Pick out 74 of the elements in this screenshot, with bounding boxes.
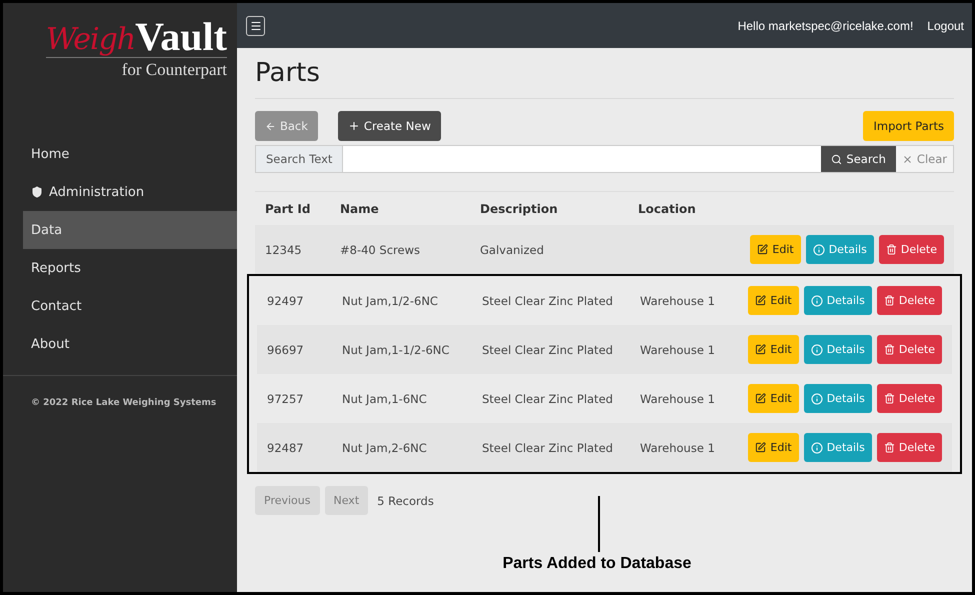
- table-cell-text: Nut Jam,1/2-6NC: [342, 294, 439, 308]
- table-cell-text: Warehouse 1: [640, 294, 716, 308]
- sidebar-item[interactable]: Reports: [23, 249, 237, 287]
- callout-label: Parts Added to Database: [502, 555, 692, 573]
- delete-button[interactable]: Delete: [876, 384, 942, 413]
- info-icon: [810, 392, 823, 404]
- sidebar-item[interactable]: Home: [23, 135, 237, 173]
- sidebar-item[interactable]: About: [23, 325, 237, 363]
- table-cell-text: Nut Jam,1-1/2-6NC: [342, 342, 450, 356]
- shield-icon: [31, 186, 43, 198]
- info-icon: [812, 244, 825, 256]
- menu-icon: [250, 20, 262, 32]
- delete-button[interactable]: Delete: [876, 335, 942, 364]
- sidebar-item[interactable]: Administration: [23, 173, 237, 211]
- search-button[interactable]: Search: [821, 146, 896, 172]
- column-header: Location: [638, 202, 697, 216]
- edit-icon: [757, 244, 768, 255]
- records-count: 5 Records: [377, 494, 434, 508]
- page-title: Parts: [255, 58, 954, 99]
- menu-button[interactable]: [246, 16, 265, 36]
- plus-icon: [348, 120, 360, 132]
- logout-link[interactable]: Logout: [927, 18, 964, 32]
- table-cell-text: Warehouse 1: [640, 392, 716, 406]
- table-cell-text: Galvanized: [480, 242, 545, 256]
- table-cell-text: #8-40 Screws: [340, 242, 421, 256]
- table-cell-text: 96697: [267, 342, 305, 356]
- column-header: Part Id: [265, 202, 312, 216]
- trash-icon: [886, 244, 897, 255]
- edit-icon: [755, 295, 766, 306]
- table-cell-text: Steel Clear Zinc Plated: [482, 392, 614, 406]
- search-icon: [831, 154, 842, 164]
- trash-icon: [884, 442, 895, 453]
- table-cell-text: Nut Jam,1-6NC: [342, 392, 428, 406]
- edit-button[interactable]: Edit: [748, 335, 799, 364]
- sidebar-item[interactable]: Data: [23, 211, 237, 249]
- edit-button[interactable]: Edit: [750, 235, 801, 264]
- table-cell-text: Warehouse 1: [640, 342, 716, 356]
- import-parts-button[interactable]: Import Parts: [863, 111, 954, 141]
- info-icon: [810, 294, 823, 306]
- trash-icon: [884, 393, 895, 404]
- table-cell-text: 92487: [267, 440, 305, 454]
- table-cell-text: 12345: [265, 242, 303, 256]
- table-cell-text: 92497: [267, 294, 305, 308]
- create-new-button[interactable]: Create New: [338, 111, 441, 141]
- edit-button[interactable]: Edit: [748, 384, 799, 413]
- copyright-text: © 2022 Rice Lake Weighing Systems: [31, 398, 216, 408]
- edit-icon: [755, 344, 766, 355]
- table-cell-text: 97257: [267, 392, 305, 406]
- logo: WeighVault for Counterpart: [44, 13, 228, 81]
- edit-button[interactable]: Edit: [748, 286, 799, 315]
- trash-icon: [884, 295, 895, 306]
- search-field[interactable]: Search Text Search Clear: [255, 145, 954, 173]
- close-icon: [902, 154, 913, 164]
- edit-icon: [755, 393, 766, 404]
- table-cell-text: Steel Clear Zinc Plated: [482, 294, 614, 308]
- table-cell-text: Nut Jam,2-6NC: [342, 440, 428, 454]
- sidebar-item[interactable]: Contact: [23, 287, 237, 325]
- edit-icon: [755, 442, 766, 453]
- column-header: Description: [480, 202, 559, 216]
- info-icon: [810, 344, 823, 356]
- delete-button[interactable]: Delete: [876, 433, 942, 462]
- column-header: Name: [340, 202, 380, 216]
- table-cell-text: Steel Clear Zinc Plated: [482, 440, 614, 454]
- delete-button[interactable]: Delete: [878, 235, 944, 264]
- table-cell-text: Steel Clear Zinc Plated: [482, 342, 614, 356]
- table-cell-text: Warehouse 1: [640, 440, 716, 454]
- search-label: Search Text: [256, 146, 344, 172]
- info-icon: [810, 442, 823, 454]
- edit-button[interactable]: Edit: [748, 433, 799, 462]
- arrow-left-icon: [265, 120, 276, 132]
- delete-button[interactable]: Delete: [876, 286, 942, 315]
- leader-line: [598, 496, 600, 552]
- greeting-text: Hello marketspec@ricelake.com!: [738, 18, 914, 32]
- trash-icon: [884, 344, 895, 355]
